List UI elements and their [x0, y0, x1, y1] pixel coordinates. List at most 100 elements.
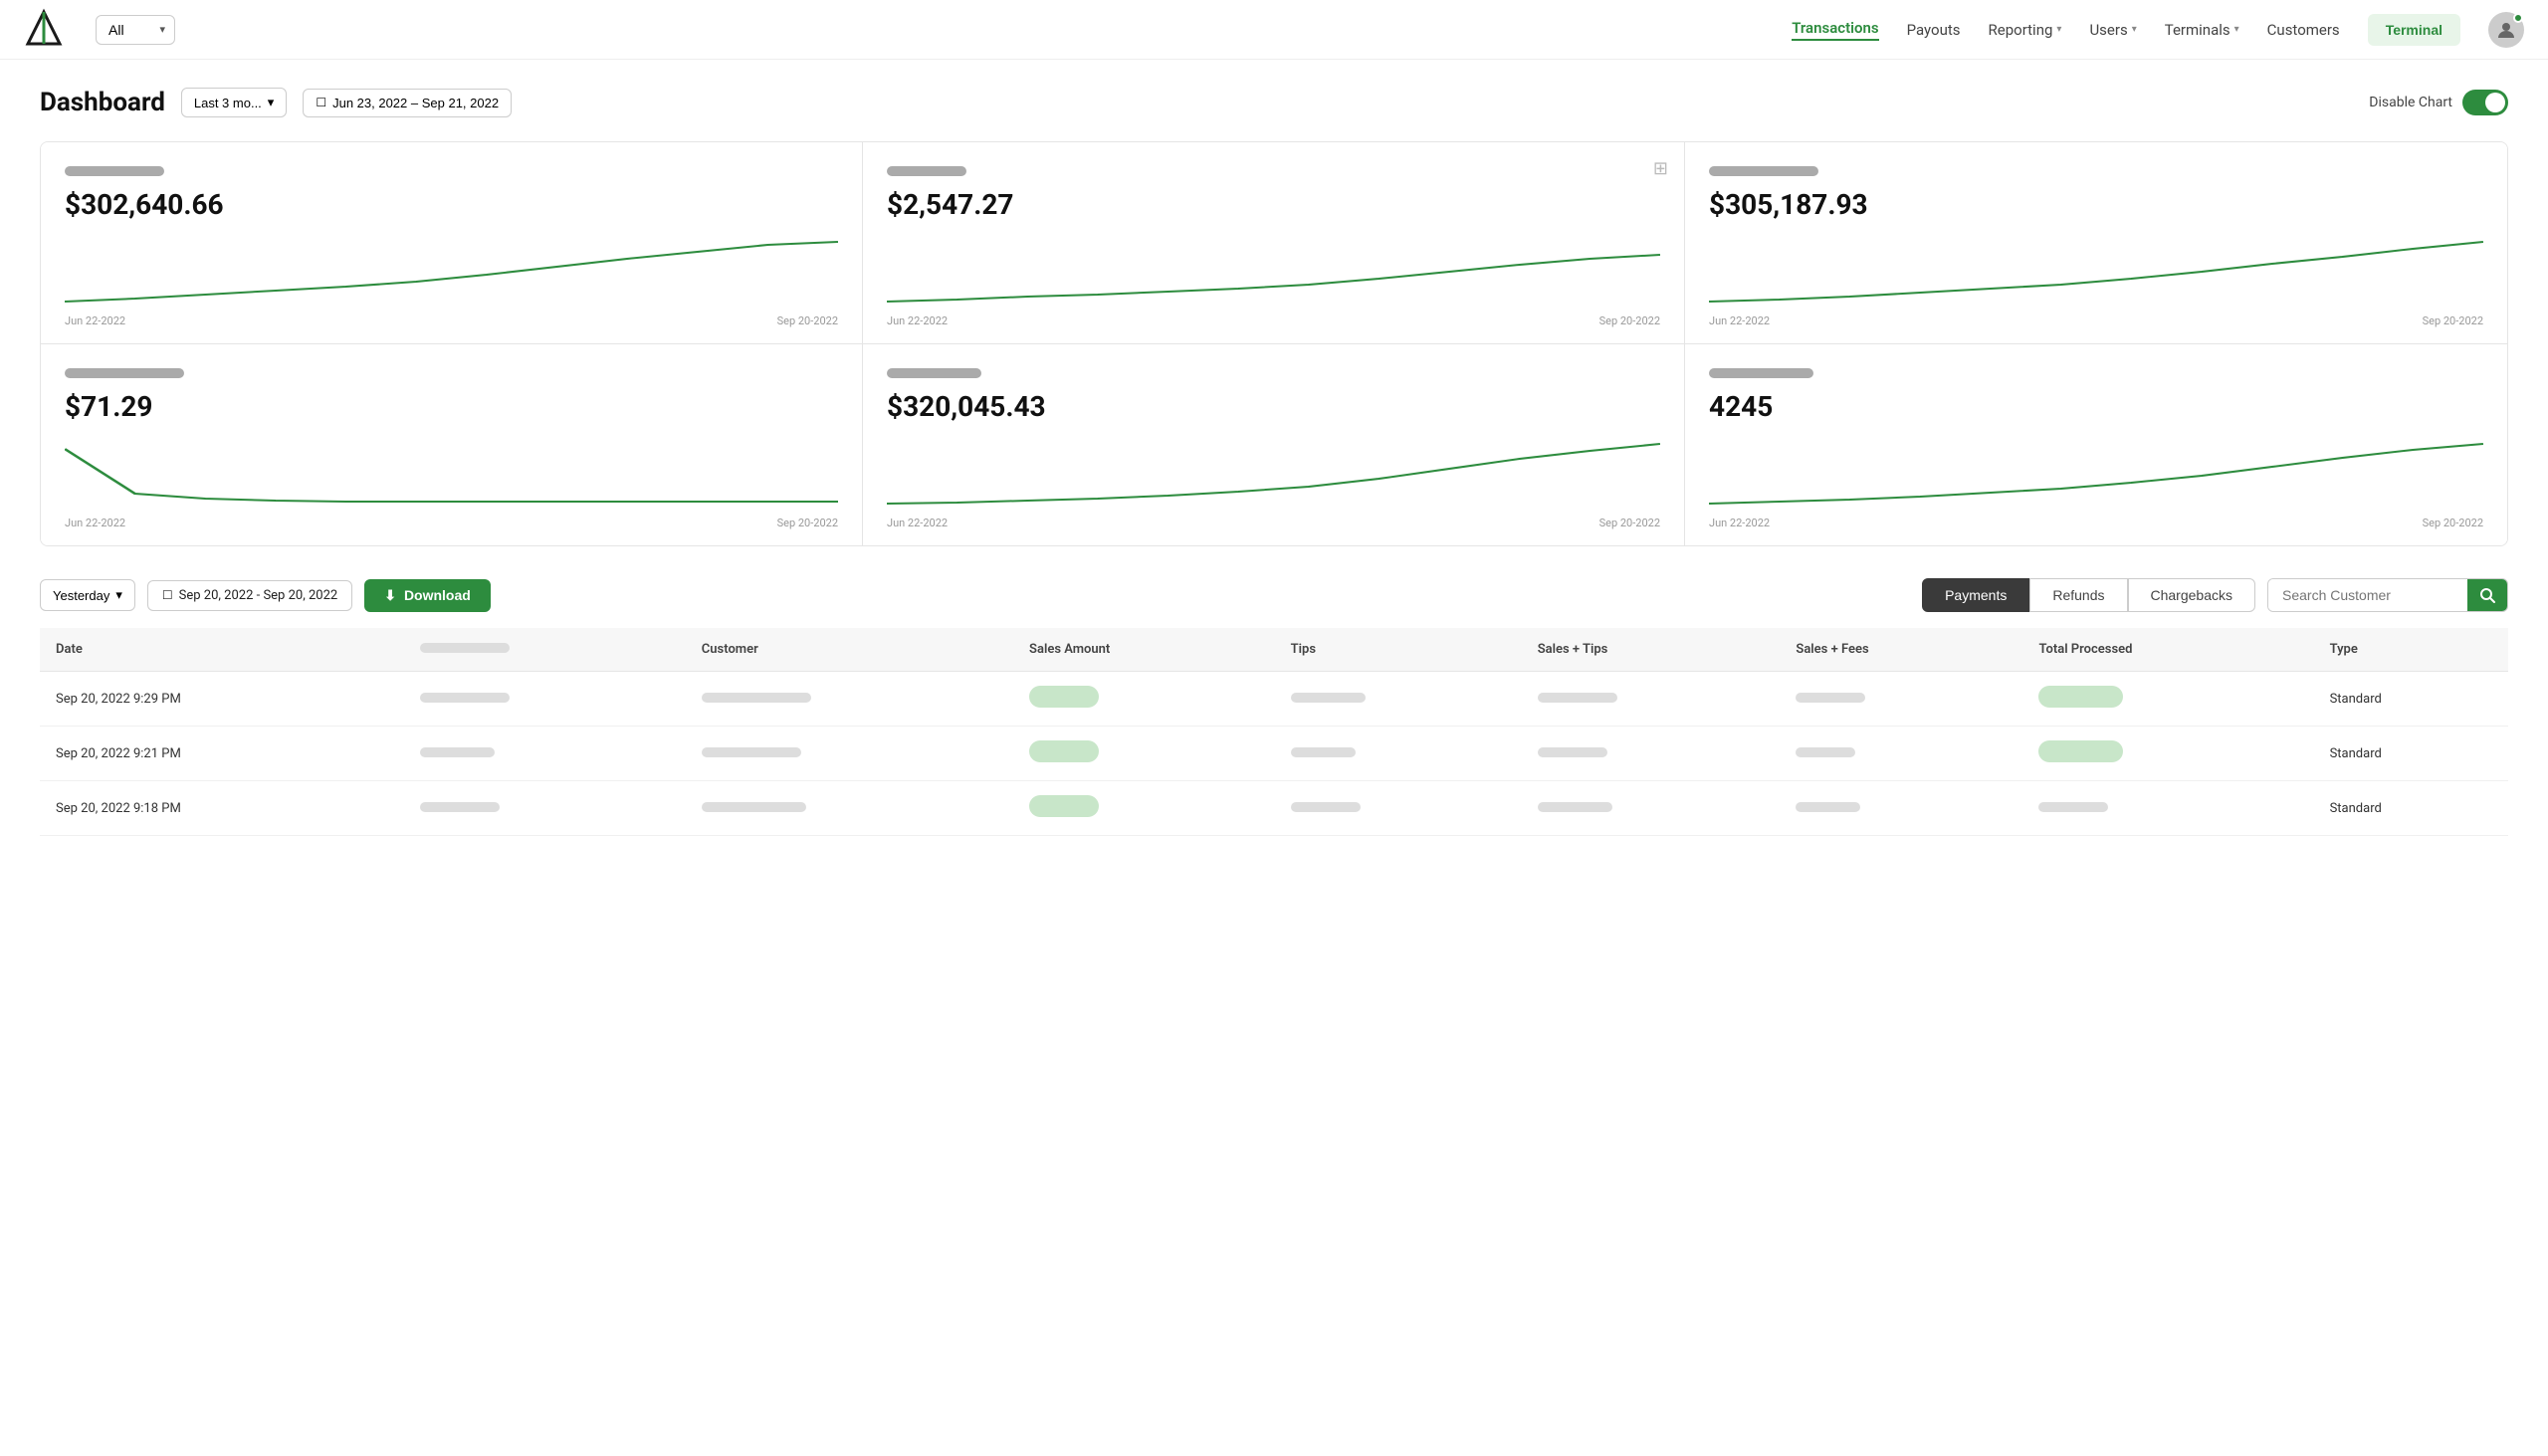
- table-header-row: DateCustomerSales AmountTipsSales + Tips…: [40, 628, 2508, 672]
- metric-label-bar: [887, 368, 981, 378]
- cell-description: [404, 727, 686, 781]
- merchant-select[interactable]: All: [96, 15, 175, 45]
- disable-chart-toggle[interactable]: [2462, 90, 2508, 115]
- metric-dates: Jun 22-2022 Sep 20-2022: [887, 517, 1660, 529]
- sparkline-chart: [65, 237, 838, 307]
- description-bar: [420, 802, 500, 812]
- main-content: Dashboard Last 3 mo... ▾ ☐ Jun 23, 2022 …: [0, 60, 2548, 864]
- download-button[interactable]: ⬇ Download: [364, 579, 491, 612]
- transactions-table: DateCustomerSales AmountTipsSales + Tips…: [40, 628, 2508, 836]
- table-row: Sep 20, 2022 9:29 PM Standard: [40, 672, 2508, 727]
- tab-group: PaymentsRefundsChargebacks: [1922, 578, 2255, 612]
- merchant-filter[interactable]: All ▾: [96, 15, 175, 45]
- metric-dates: Jun 22-2022 Sep 20-2022: [65, 517, 838, 529]
- date-range-picker[interactable]: ☐ Jun 23, 2022 – Sep 21, 2022: [303, 89, 512, 117]
- customer-bar: [702, 693, 811, 703]
- total-processed-bar: [2038, 802, 2108, 812]
- col-date: Date: [40, 628, 404, 672]
- metric-card-4: $320,045.43 Jun 22-2022 Sep 20-2022: [863, 344, 1685, 545]
- nav-link-customers[interactable]: Customers: [2267, 21, 2340, 39]
- tab-refunds[interactable]: Refunds: [2029, 578, 2127, 612]
- metric-value: $2,547.27: [887, 188, 1660, 221]
- metric-date-start: Jun 22-2022: [887, 517, 948, 529]
- metric-dates: Jun 22-2022 Sep 20-2022: [1709, 314, 2483, 327]
- metric-dates: Jun 22-2022 Sep 20-2022: [1709, 517, 2483, 529]
- sparkline-chart: [887, 237, 1660, 307]
- period-filter-button[interactable]: Last 3 mo... ▾: [181, 88, 287, 117]
- metric-date-end: Sep 20-2022: [1599, 314, 1660, 327]
- cell-sales-tips: [1522, 672, 1781, 727]
- metric-date-start: Jun 22-2022: [65, 314, 125, 327]
- avatar-status-dot: [2513, 13, 2523, 23]
- type-value: Standard: [2330, 801, 2382, 816]
- dashboard-header: Dashboard Last 3 mo... ▾ ☐ Jun 23, 2022 …: [40, 88, 2508, 117]
- metric-date-end: Sep 20-2022: [1599, 517, 1660, 529]
- table-period-button[interactable]: Yesterday ▾: [40, 579, 135, 611]
- search-button[interactable]: [2467, 579, 2507, 611]
- tab-chargebacks[interactable]: Chargebacks: [2128, 578, 2256, 612]
- chevron-down-icon: ▾: [2234, 24, 2239, 35]
- tips-bar: [1291, 693, 1366, 703]
- nav-link-payouts[interactable]: Payouts: [1907, 21, 1961, 39]
- col-sales-amount: Sales Amount: [1013, 628, 1275, 672]
- customer-search: [2267, 578, 2508, 612]
- logo[interactable]: [24, 8, 64, 52]
- customer-bar: [702, 802, 806, 812]
- nav-link-transactions[interactable]: Transactions: [1792, 19, 1878, 41]
- cell-customer: [686, 672, 1013, 727]
- metric-label-bar: [1709, 166, 1818, 176]
- cell-sales-tips: [1522, 781, 1781, 836]
- sales-fees-bar: [1796, 747, 1855, 757]
- customer-bar: [702, 747, 801, 757]
- table-date-range: ☐ Sep 20, 2022 - Sep 20, 2022: [147, 580, 352, 611]
- cell-description: [404, 672, 686, 727]
- cell-total-processed: [2022, 672, 2313, 727]
- cell-date: Sep 20, 2022 9:21 PM: [40, 727, 404, 781]
- cell-sales-amount: [1013, 781, 1275, 836]
- disable-chart-label: Disable Chart: [2369, 95, 2452, 110]
- sales-tips-bar: [1538, 802, 1612, 812]
- metric-date-end: Sep 20-2022: [777, 314, 838, 327]
- metric-value: $305,187.93: [1709, 188, 2483, 221]
- sales-amount-pill: [1029, 795, 1099, 817]
- sparkline-chart: [65, 439, 838, 509]
- type-value: Standard: [2330, 692, 2382, 707]
- cell-sales-tips: [1522, 727, 1781, 781]
- sparkline-chart: [1709, 439, 2483, 509]
- toggle-knob: [2485, 93, 2505, 112]
- grid-icon[interactable]: ⊞: [1653, 158, 1668, 179]
- search-input[interactable]: [2268, 579, 2467, 611]
- col-customer: Customer: [686, 628, 1013, 672]
- metric-date-end: Sep 20-2022: [777, 517, 838, 529]
- cell-total-processed: [2022, 781, 2313, 836]
- tips-bar: [1291, 802, 1361, 812]
- metric-card-0: $302,640.66 Jun 22-2022 Sep 20-2022: [41, 142, 863, 344]
- cell-customer: [686, 781, 1013, 836]
- cell-date: Sep 20, 2022 9:29 PM: [40, 672, 404, 727]
- cell-tips: [1275, 672, 1522, 727]
- page-title: Dashboard: [40, 88, 165, 117]
- terminal-button[interactable]: Terminal: [2368, 14, 2460, 46]
- cell-type: Standard: [2314, 781, 2508, 836]
- tab-payments[interactable]: Payments: [1922, 578, 2029, 612]
- cell-sales-fees: [1780, 672, 2022, 727]
- sales-fees-bar: [1796, 693, 1865, 703]
- metric-value: $71.29: [65, 390, 838, 423]
- nav-link-users[interactable]: Users ▾: [2089, 21, 2136, 39]
- nav-link-reporting[interactable]: Reporting ▾: [1989, 21, 2062, 39]
- disable-chart-control: Disable Chart: [2369, 90, 2508, 115]
- metric-dates: Jun 22-2022 Sep 20-2022: [887, 314, 1660, 327]
- total-processed-pill: [2038, 740, 2123, 762]
- calendar-icon: ☐: [316, 96, 326, 109]
- avatar[interactable]: [2488, 12, 2524, 48]
- metric-date-start: Jun 22-2022: [1709, 314, 1770, 327]
- chevron-down-icon: ▾: [2056, 24, 2061, 35]
- date-value: Sep 20, 2022 9:21 PM: [56, 746, 181, 761]
- cell-type: Standard: [2314, 727, 2508, 781]
- cell-sales-amount: [1013, 672, 1275, 727]
- metric-card-1: ⊞ $2,547.27 Jun 22-2022 Sep 20-2022: [863, 142, 1685, 344]
- description-bar: [420, 747, 495, 757]
- nav-link-terminals[interactable]: Terminals ▾: [2165, 21, 2239, 39]
- table-controls: Yesterday ▾ ☐ Sep 20, 2022 - Sep 20, 202…: [40, 578, 2508, 612]
- description-bar: [420, 693, 510, 703]
